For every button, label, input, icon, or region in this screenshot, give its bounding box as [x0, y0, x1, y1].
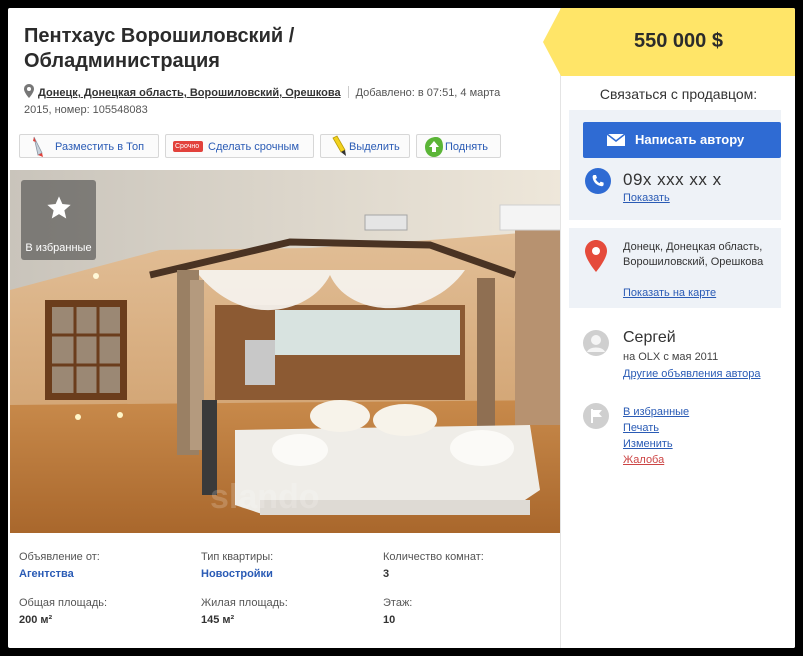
rocket-icon	[33, 136, 43, 157]
price: 550 000 $	[634, 30, 723, 52]
flag-icon	[583, 403, 609, 429]
contact-title: Связаться с продавцом:	[599, 86, 758, 102]
show-on-map-link[interactable]: Показать на карте	[623, 287, 716, 299]
show-phone-link[interactable]: Показать	[623, 192, 670, 204]
address-panel: Донецк, Донецкая область, Ворошиловский,…	[569, 228, 781, 308]
seller-since: на OLX с мая 2011	[623, 351, 719, 363]
photo-favorite-button[interactable]: В избранные	[21, 180, 96, 260]
other-ads-link[interactable]: Другие объявления автора	[623, 368, 761, 380]
param-value: 145 м²	[201, 614, 235, 626]
complaint-link[interactable]: Жалоба	[623, 452, 689, 468]
title-line-1: Пентхаус Ворошиловский /	[24, 25, 295, 47]
main-column: Пентхаус Ворошиловский / Обладминистраци…	[8, 8, 561, 648]
seller-name: Сергей	[623, 329, 676, 346]
listing-links: В избранные Печать Изменить Жалоба	[623, 404, 689, 468]
added-info: Добавлено: в 07:51, 4 марта	[355, 87, 501, 99]
param-key: Этаж:	[383, 597, 413, 609]
contact-panel: Написать автору 09x xxx xx x Показать	[569, 110, 781, 220]
phone-number: 09x xxx xx x	[623, 170, 722, 189]
param-rooms: Количество комнат: 3	[383, 551, 553, 580]
param-value-link[interactable]: Новостройки	[201, 568, 371, 580]
sidebar: 550 000 $ Связаться с продавцом: Написат…	[543, 8, 795, 648]
listing-page: Пентхаус Ворошиловский / Обладминистраци…	[8, 8, 795, 648]
make-urgent-label: Сделать срочным	[208, 141, 300, 153]
param-key: Объявление от:	[19, 551, 100, 563]
add-favorite-link[interactable]: В избранные	[623, 404, 689, 420]
phone-icon	[585, 168, 611, 194]
param-key: Тип квартиры:	[201, 551, 274, 563]
listing-title: Пентхаус Ворошиловский / Обладминистраци…	[24, 24, 464, 74]
location-pin-icon	[24, 84, 34, 98]
highlight-button[interactable]: Выделить	[320, 134, 410, 158]
param-offer-from: Объявление от: Агентства	[19, 551, 189, 580]
raise-label: Поднять	[445, 141, 489, 153]
promote-top-label: Разместить в Топ	[55, 141, 145, 153]
location-link[interactable]: Донецк, Донецкая область, Ворошиловский,…	[38, 87, 341, 99]
title-line-2: Обладминистрация	[24, 50, 220, 72]
map-pin-icon	[585, 240, 607, 272]
envelope-icon	[607, 134, 625, 146]
param-floor: Этаж: 10	[383, 597, 553, 626]
price-box: 550 000 $	[543, 8, 795, 76]
listing-meta: Донецк, Донецкая область, Ворошиловский,…	[24, 84, 544, 119]
param-living-area: Жилая площадь: 145 м²	[201, 597, 371, 626]
avatar	[583, 330, 609, 356]
param-key: Количество комнат:	[383, 551, 484, 563]
param-value: 3	[383, 568, 390, 580]
write-author-label: Написать автору	[635, 132, 745, 147]
param-key: Общая площадь:	[19, 597, 108, 609]
address-text: Донецк, Донецкая область, Ворошиловский,…	[623, 241, 764, 268]
param-value: 10	[383, 614, 396, 626]
highlight-label: Выделить	[349, 141, 400, 153]
edit-link[interactable]: Изменить	[623, 436, 689, 452]
photo-favorite-label: В избранные	[25, 242, 92, 254]
param-value-link[interactable]: Агентства	[19, 568, 189, 580]
write-author-button[interactable]: Написать автору	[583, 122, 781, 158]
param-key: Жилая площадь:	[201, 597, 288, 609]
param-total-area: Общая площадь: 200 м²	[19, 597, 189, 626]
star-icon	[47, 196, 71, 219]
param-value: 200 м²	[19, 614, 53, 626]
urgent-badge: Срочно	[175, 143, 200, 150]
make-urgent-button[interactable]: Срочно Сделать срочным	[165, 134, 314, 158]
price-flag	[543, 8, 561, 76]
meta-divider	[347, 86, 349, 98]
photo-watermark: slando	[210, 478, 320, 516]
param-apartment-type: Тип квартиры: Новостройки	[201, 551, 371, 580]
print-link[interactable]: Печать	[623, 420, 689, 436]
added-info-cont: 2015, номер: 105548083	[24, 104, 148, 116]
promote-top-button[interactable]: Разместить в Топ	[19, 134, 159, 158]
raise-button[interactable]: Поднять	[416, 134, 501, 158]
